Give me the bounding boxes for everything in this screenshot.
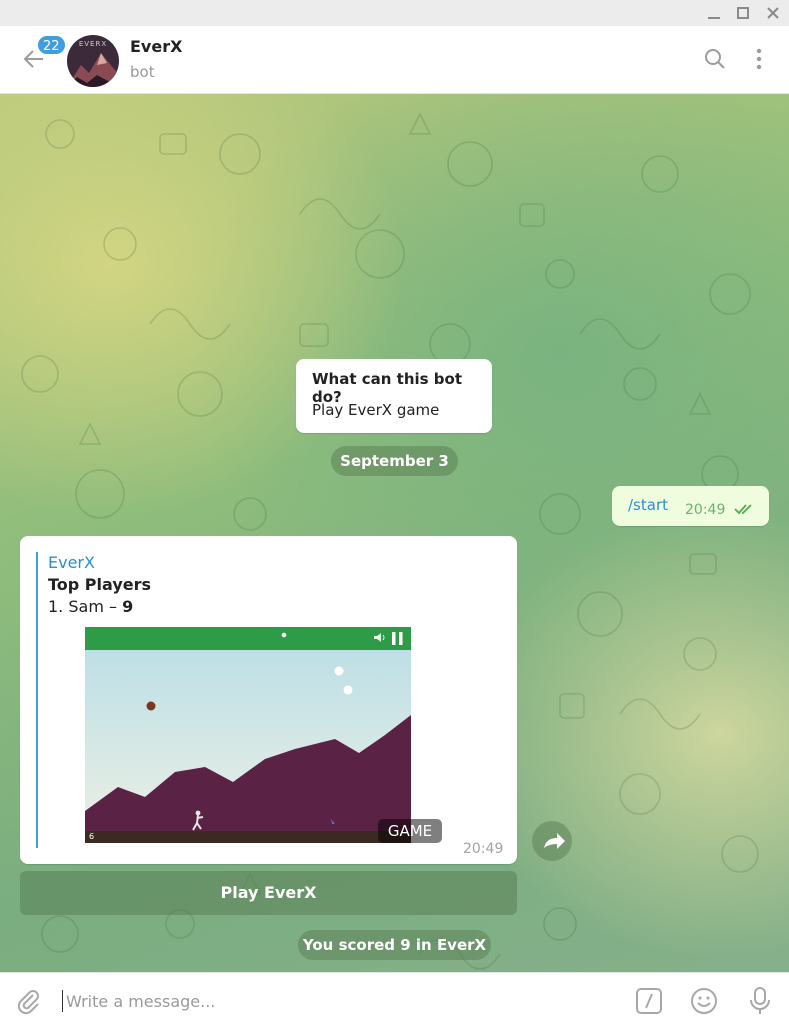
quote-bar [36, 552, 38, 848]
score-service-message: You scored 9 in EverX [298, 930, 491, 960]
text-cursor [62, 990, 63, 1012]
game-label: GAME [378, 819, 442, 843]
game-message[interactable]: EverX Top Players 1. Sam – 9 6 GAME 20:4… [20, 536, 517, 864]
chat-name[interactable]: EverX [130, 37, 182, 56]
leaderboard-rank-name: 1. Sam – [48, 597, 123, 616]
read-check-icon [734, 501, 758, 515]
outgoing-message-text[interactable]: /start [628, 496, 668, 514]
message-composer: Write a message... [0, 972, 789, 1031]
search-icon[interactable] [702, 46, 728, 72]
avatar[interactable]: EVERX [67, 35, 119, 87]
share-icon [544, 833, 565, 849]
date-separator: September 3 [331, 446, 458, 476]
attach-icon[interactable] [16, 989, 42, 1015]
play-game-button[interactable]: Play EverX [20, 871, 517, 915]
chat-status: bot [130, 63, 155, 81]
leaderboard-entry: 1. Sam – 9 [48, 597, 133, 616]
chat-header: 22 EVERX EverX bot [0, 26, 789, 94]
microphone-icon[interactable] [746, 986, 774, 1016]
game-canvas-score: 6 [89, 832, 94, 841]
message-input[interactable]: Write a message... [66, 992, 215, 1011]
leaderboard-score: 9 [122, 597, 134, 616]
avatar-logo-text: EVERX [79, 40, 107, 48]
more-vertical-icon[interactable] [746, 46, 772, 72]
outgoing-message-time: 20:49 [685, 502, 726, 518]
minimize-icon[interactable] [704, 3, 724, 23]
game-heading: Top Players [48, 575, 152, 594]
close-icon[interactable] [763, 3, 783, 23]
game-message-time: 20:49 [463, 841, 504, 857]
bot-commands-icon[interactable] [635, 987, 663, 1015]
game-bot-name[interactable]: EverX [48, 553, 95, 572]
maximize-icon[interactable] [733, 3, 753, 23]
bot-info-bubble: What can this bot do? Play EverX game [296, 359, 492, 433]
window-titlebar [0, 0, 789, 26]
emoji-icon[interactable] [690, 987, 718, 1015]
bot-info-text: Play EverX game [312, 401, 440, 419]
share-button[interactable] [532, 821, 572, 861]
game-preview[interactable]: 6 [85, 627, 411, 843]
unread-badge: 22 [36, 34, 67, 56]
chat-area[interactable]: What can this bot do? Play EverX game Se… [0, 94, 789, 972]
outgoing-message[interactable]: /start 20:49 [612, 486, 769, 526]
